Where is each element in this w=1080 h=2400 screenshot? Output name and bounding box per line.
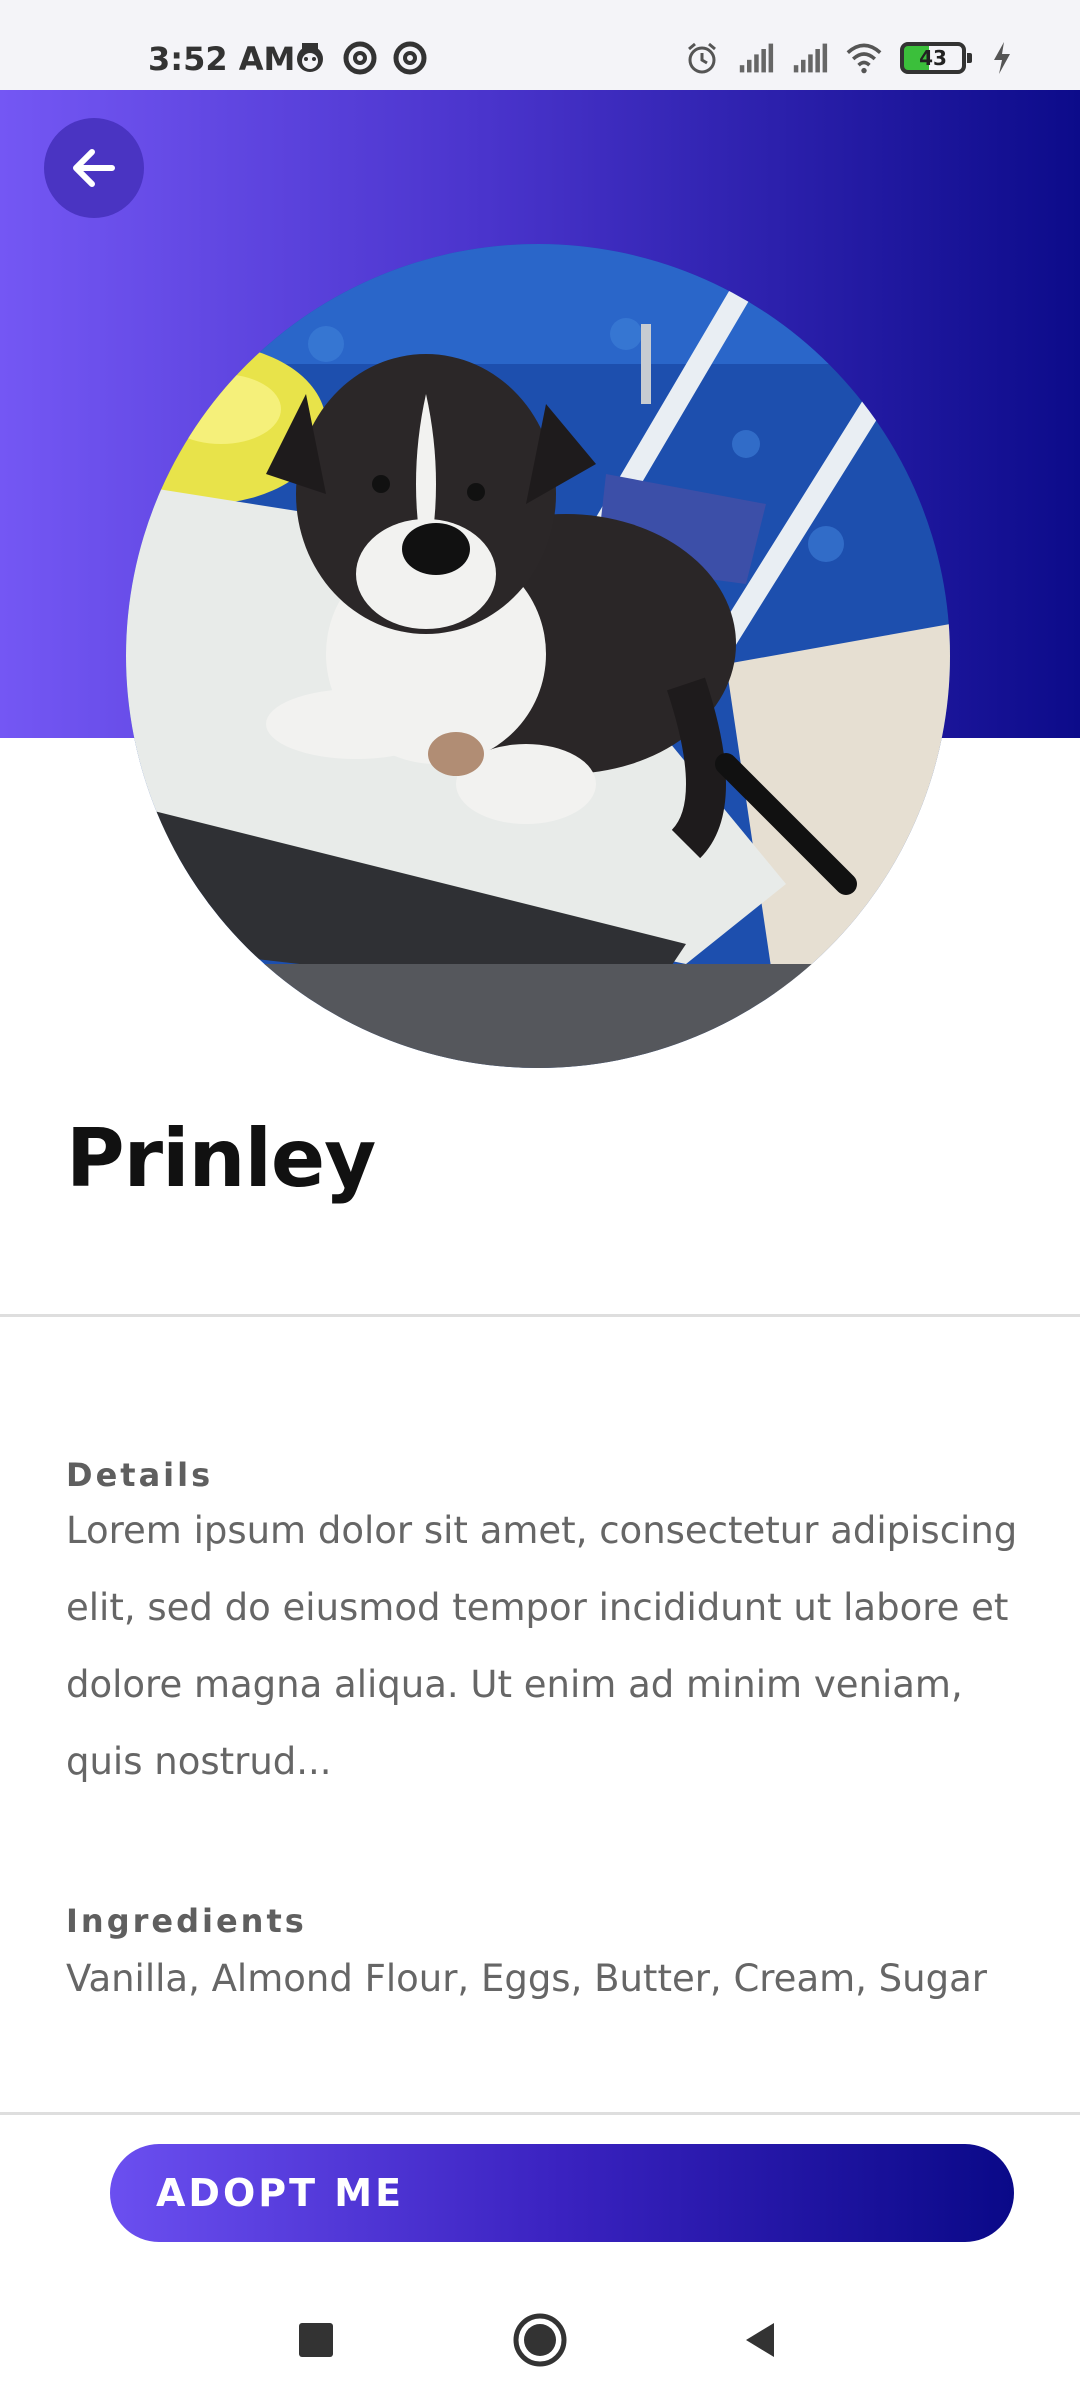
dog-photo xyxy=(126,244,950,1068)
ingredients-text: Vanilla, Almond Flour, Eggs, Butter, Cre… xyxy=(66,1957,987,2000)
status-bar: 3:52 AM 43 xyxy=(0,0,1080,90)
signal-icon xyxy=(793,43,828,73)
status-left-icons xyxy=(292,40,428,76)
navigation-bar xyxy=(0,2280,1080,2400)
home-button[interactable] xyxy=(510,2310,570,2370)
at-sign-icon xyxy=(343,41,377,75)
monkey-icon xyxy=(297,43,323,72)
status-right-icons: 43 xyxy=(684,40,1020,76)
back-nav-button[interactable] xyxy=(730,2310,790,2370)
ingredients-label: Ingredients xyxy=(66,1902,307,1940)
pet-photo xyxy=(126,244,950,1068)
details-text: Lorem ipsum dolor sit amet, consectetur … xyxy=(66,1509,1018,1783)
signal-icon xyxy=(739,43,774,73)
at-sign-icon xyxy=(393,41,427,75)
pet-name: Prinley xyxy=(66,1112,376,1205)
arrow-left-icon xyxy=(73,149,115,187)
battery-level: 43 xyxy=(919,46,947,70)
status-time: 3:52 AM xyxy=(148,40,296,78)
circle-icon xyxy=(513,2313,567,2367)
adopt-me-label: ADOPT ME xyxy=(156,2171,405,2215)
details-label: Details xyxy=(66,1456,214,1494)
charging-icon xyxy=(994,42,1010,74)
triangle-back-icon xyxy=(746,2323,774,2357)
recents-button[interactable] xyxy=(286,2310,346,2370)
battery-icon: 43 xyxy=(900,42,972,74)
divider xyxy=(0,1314,1080,1317)
adopt-me-button[interactable]: ADOPT ME xyxy=(110,2144,1014,2242)
divider xyxy=(0,2112,1080,2115)
square-icon xyxy=(299,2323,333,2357)
back-button[interactable] xyxy=(44,118,144,218)
alarm-icon xyxy=(688,42,716,74)
wifi-icon xyxy=(846,43,882,74)
